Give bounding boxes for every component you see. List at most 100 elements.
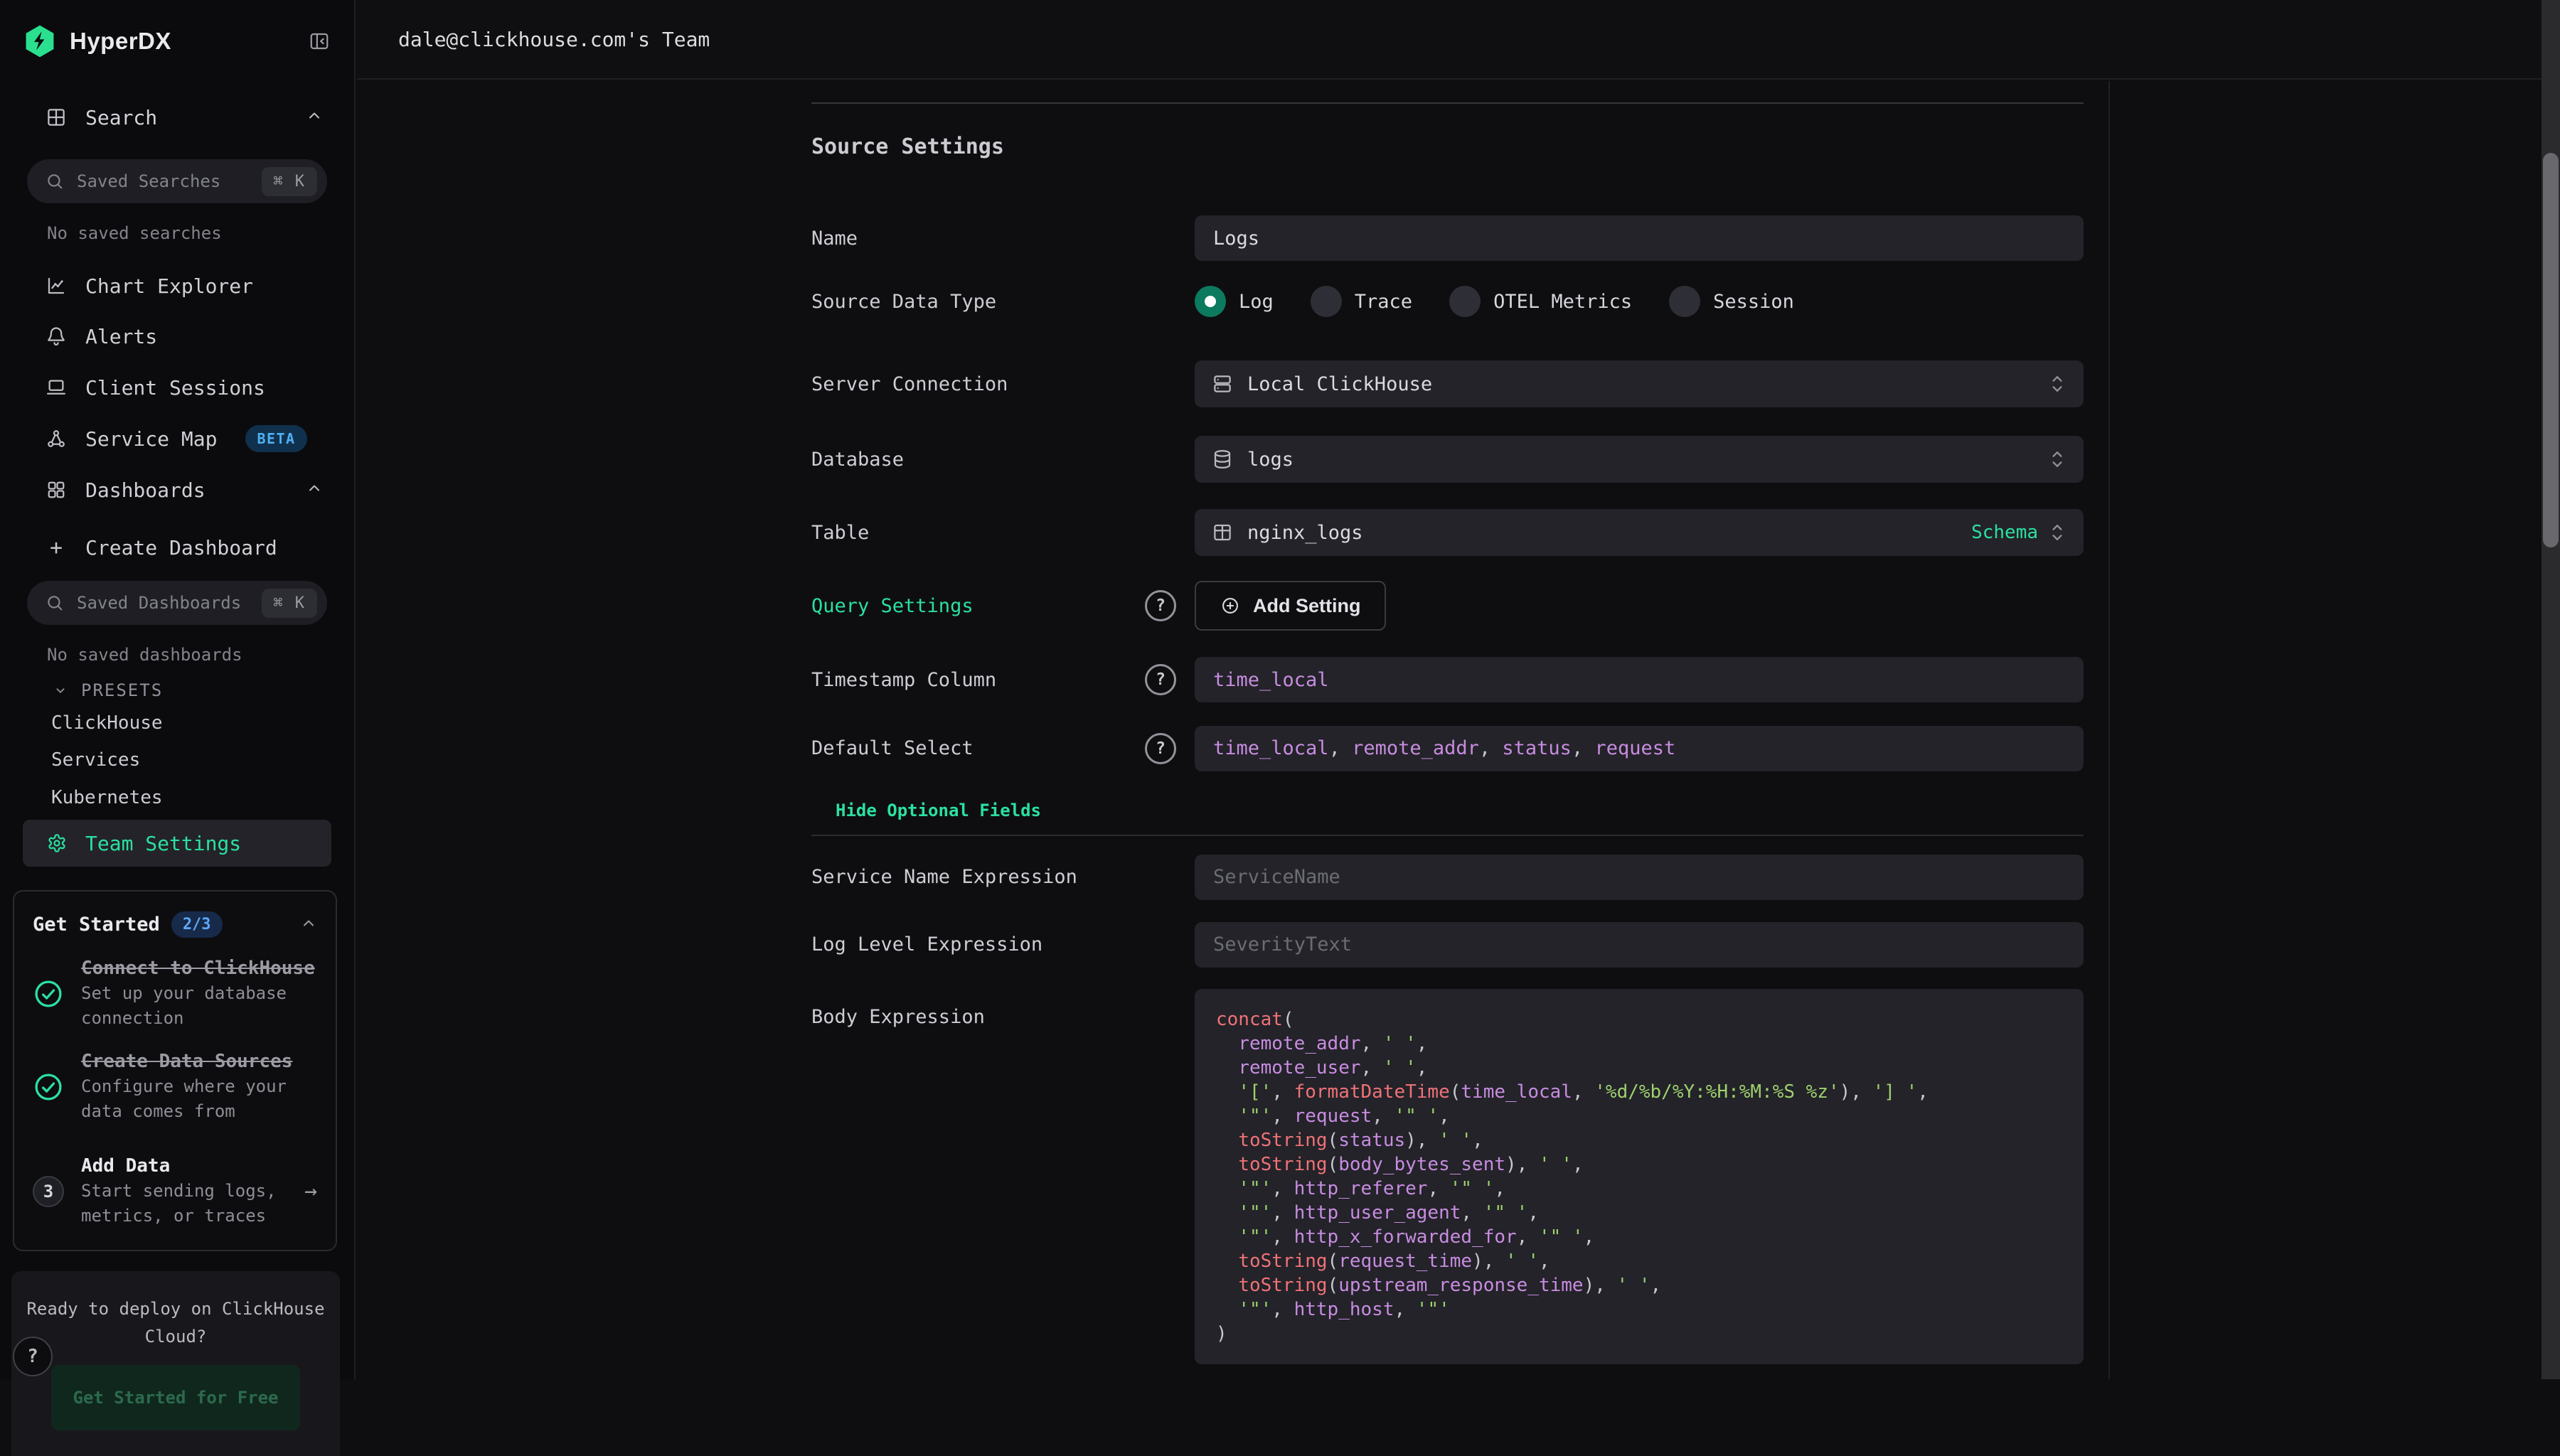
- sidebar-item-dashboards[interactable]: Dashboards: [46, 473, 323, 507]
- radio-otel-metrics[interactable]: OTEL Metrics: [1449, 286, 1632, 317]
- radio-circle[interactable]: [1311, 286, 1342, 317]
- radio-session[interactable]: Session: [1669, 286, 1794, 317]
- collapse-sidebar-icon[interactable]: [309, 31, 330, 52]
- database-label: Database: [811, 449, 1195, 471]
- radio-label: OTEL Metrics: [1493, 291, 1632, 313]
- code-line: '[', formatDateTime(time_local, '%d/%b/%…: [1216, 1080, 2062, 1104]
- name-input[interactable]: Logs: [1195, 215, 2084, 261]
- hyperdx-logo-icon: [24, 24, 55, 58]
- code-line: ): [1216, 1322, 2062, 1346]
- table-select[interactable]: nginx_logs Schema: [1195, 509, 2084, 556]
- hide-optional-fields-link[interactable]: Hide Optional Fields: [836, 801, 1041, 820]
- service-name-row: Service Name Expression ServiceName: [811, 853, 2084, 901]
- name-value: Logs: [1213, 228, 1259, 250]
- chevron-up-icon[interactable]: [300, 915, 317, 935]
- step-description: Set up your database connection: [81, 981, 317, 1031]
- database-value: logs: [1247, 449, 1294, 471]
- page-scrollbar[interactable]: [2542, 0, 2560, 1379]
- table-label: Table: [811, 522, 1195, 544]
- chevron-up-icon[interactable]: [306, 106, 323, 129]
- get-started-header[interactable]: Get Started 2/3: [33, 911, 317, 938]
- body-expression-row: Body Expression concat( remote_addr, ' '…: [811, 989, 2084, 1364]
- shortcut-badge: ⌘ K: [262, 167, 317, 196]
- no-saved-dashboards-note: No saved dashboards: [47, 645, 242, 665]
- step-title: Connect to ClickHouse: [81, 956, 317, 981]
- timestamp-column-value: time_local: [1213, 669, 1329, 691]
- laptop-icon: [46, 377, 67, 398]
- scrollbar-thumb[interactable]: [2543, 153, 2559, 547]
- shortcut-badge: ⌘ K: [262, 589, 317, 618]
- sidebar-item-chart-explorer[interactable]: Chart Explorer: [46, 269, 323, 303]
- radio-log[interactable]: Log: [1195, 286, 1274, 317]
- log-level-placeholder: SeverityText: [1213, 933, 1352, 956]
- grid-icon: [46, 479, 67, 500]
- table-icon: [1212, 522, 1233, 543]
- schema-link[interactable]: Schema: [1971, 522, 2038, 543]
- select-chevrons-icon: [2048, 518, 2066, 547]
- get-started-free-button[interactable]: Get Started for Free: [51, 1365, 300, 1430]
- sidebar-item-alerts[interactable]: Alerts: [46, 319, 323, 353]
- search-section-label: Search: [85, 106, 157, 129]
- presets-toggle[interactable]: PRESETS: [53, 678, 163, 703]
- server-icon: [1212, 373, 1233, 395]
- get-started-step-1[interactable]: Connect to ClickHouseSet up your databas…: [33, 956, 317, 1031]
- service-name-input[interactable]: ServiceName: [1195, 855, 2084, 900]
- database-select[interactable]: logs: [1195, 436, 2084, 483]
- body-expression-editor[interactable]: concat( remote_addr, ' ', remote_user, '…: [1195, 989, 2084, 1364]
- server-connection-select[interactable]: Local ClickHouse: [1195, 360, 2084, 407]
- sidebar-item-service-map[interactable]: Service MapBETA: [46, 422, 323, 456]
- radio-trace[interactable]: Trace: [1311, 286, 1412, 317]
- arrow-right-icon[interactable]: →: [304, 1179, 317, 1204]
- preset-item-services[interactable]: Services: [51, 744, 323, 776]
- service-name-label: Service Name Expression: [811, 866, 1195, 888]
- default-select-row: Default Select ? time_local, remote_addr…: [811, 724, 2084, 772]
- source-data-type-row: Source Data Type Log Trace OTEL Metrics Ses…: [811, 286, 2084, 317]
- chevron-up-icon[interactable]: [306, 478, 323, 502]
- code-line: '"', request, '" ',: [1216, 1104, 2062, 1128]
- step-description: Configure where your data comes from: [81, 1074, 317, 1124]
- sidebar-item-team-settings[interactable]: Team Settings: [23, 820, 331, 867]
- chevron-down-icon: [53, 682, 68, 698]
- radio-circle[interactable]: [1669, 286, 1700, 317]
- help-circle-icon[interactable]: ?: [1145, 590, 1176, 621]
- step-title: Add Data: [81, 1154, 284, 1179]
- get-started-card: Get Started 2/3 Connect to ClickHouseSet…: [13, 890, 337, 1251]
- step-number-badge: 3: [33, 1176, 64, 1207]
- sidebar-item-create-dashboard[interactable]: + Create Dashboard: [46, 530, 323, 564]
- nodes-icon: [46, 428, 67, 449]
- code-line: toString(body_bytes_sent), ' ',: [1216, 1152, 2062, 1177]
- clickhouse-cloud-promo: Ready to deploy on ClickHouse Cloud? Get…: [11, 1271, 340, 1456]
- check-circle-icon: [33, 978, 64, 1010]
- add-setting-button[interactable]: Add Setting: [1195, 581, 1386, 631]
- code-line: remote_user, ' ',: [1216, 1056, 2062, 1080]
- help-circle-icon[interactable]: ?: [1145, 664, 1176, 695]
- help-button[interactable]: ?: [13, 1337, 53, 1376]
- saved-searches-input[interactable]: Saved Searches ⌘ K: [27, 159, 327, 203]
- timestamp-column-input[interactable]: time_local: [1195, 657, 2084, 702]
- saved-searches-placeholder: Saved Searches: [77, 171, 220, 191]
- plus-circle-icon: [1220, 596, 1240, 616]
- preset-item-kubernetes[interactable]: Kubernetes: [51, 782, 323, 813]
- sidebar-item-label: Dashboards: [85, 478, 206, 502]
- log-level-input[interactable]: SeverityText: [1195, 922, 2084, 968]
- sidebar-item-client-sessions[interactable]: Client Sessions: [46, 370, 323, 405]
- saved-dashboards-input[interactable]: Saved Dashboards ⌘ K: [27, 581, 327, 625]
- radio-circle[interactable]: [1195, 286, 1226, 317]
- radio-circle[interactable]: [1449, 286, 1481, 317]
- sidebar-section-search[interactable]: Search: [46, 102, 323, 133]
- page-title: Source Settings: [811, 134, 1004, 159]
- source-data-type-label: Source Data Type: [811, 291, 1195, 313]
- logo-row: HyperDX: [24, 21, 330, 61]
- form-divider: [811, 835, 2084, 836]
- plus-icon: +: [46, 535, 67, 560]
- get-started-step-2[interactable]: Create Data SourcesConfigure where your …: [33, 1049, 317, 1124]
- preset-item-clickhouse[interactable]: ClickHouse: [51, 707, 323, 739]
- help-circle-icon[interactable]: ?: [1145, 733, 1176, 764]
- code-line: remote_addr, ' ',: [1216, 1032, 2062, 1056]
- name-row: Name Logs: [811, 215, 2084, 261]
- default-select-input[interactable]: time_local, remote_addr, status, request: [1195, 726, 2084, 771]
- topbar: dale@clickhouse.com's Team: [357, 0, 2542, 80]
- server-connection-label: Server Connection: [811, 373, 1195, 395]
- get-started-step-3[interactable]: 3Add DataStart sending logs, metrics, or…: [33, 1154, 317, 1228]
- step-title: Create Data Sources: [81, 1049, 317, 1074]
